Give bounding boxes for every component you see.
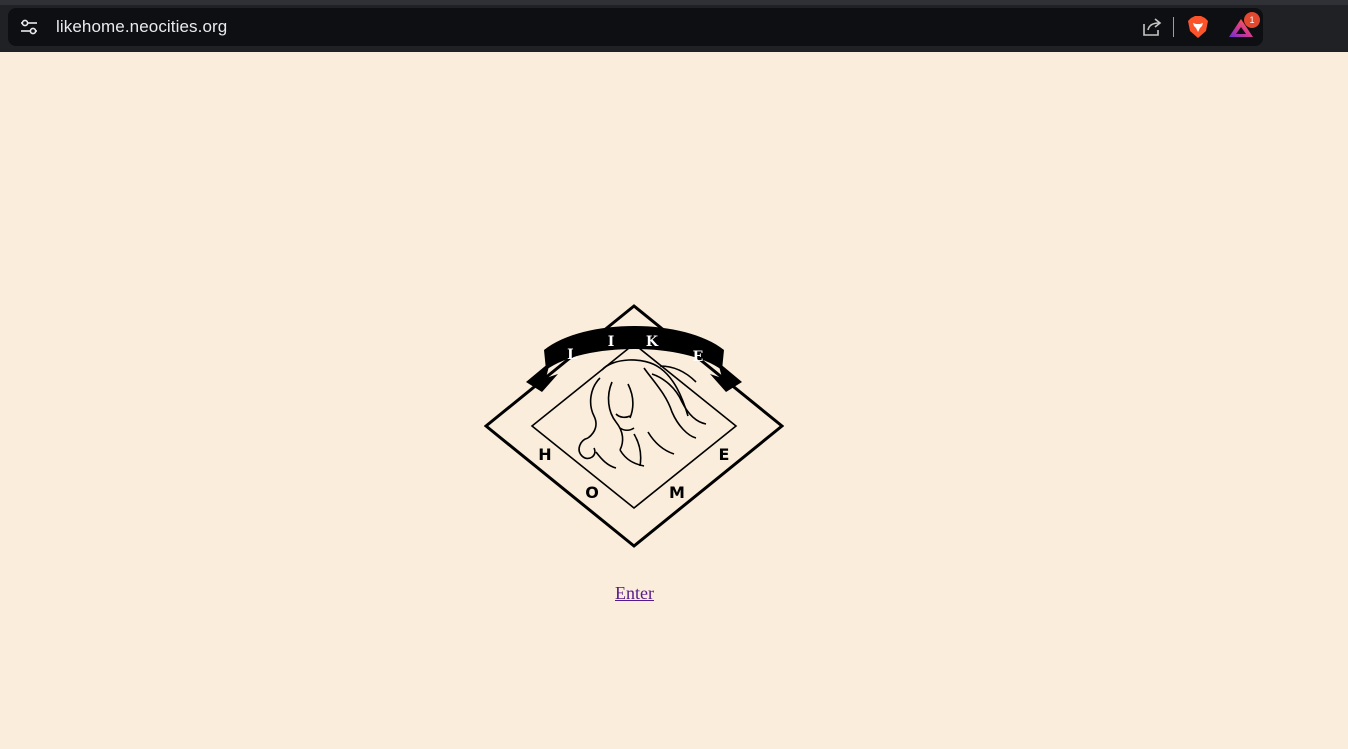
like-home-logo: L I K E H E O M <box>484 304 784 548</box>
tune-icon[interactable] <box>20 19 38 35</box>
logo-letter-e2: E <box>719 445 730 464</box>
logo-letter-k: K <box>646 334 659 350</box>
logo-letter-e1: E <box>693 349 704 365</box>
share-icon[interactable] <box>1141 17 1163 37</box>
enter-link[interactable]: Enter <box>615 583 654 604</box>
address-bar[interactable]: likehome.neocities.org 1 <box>8 8 1263 46</box>
logo-letter-o: O <box>585 483 599 502</box>
url-text[interactable]: likehome.neocities.org <box>56 17 227 37</box>
toolbar-divider <box>1173 17 1174 37</box>
rewards-badge: 1 <box>1244 12 1260 28</box>
logo-letter-i: I <box>608 334 615 350</box>
logo-letter-l: L <box>567 347 577 363</box>
logo-letter-h: H <box>538 445 551 464</box>
brave-shield-icon[interactable] <box>1187 15 1209 39</box>
logo-letter-m: M <box>669 483 685 502</box>
browser-toolbar: likehome.neocities.org 1 <box>0 0 1348 52</box>
